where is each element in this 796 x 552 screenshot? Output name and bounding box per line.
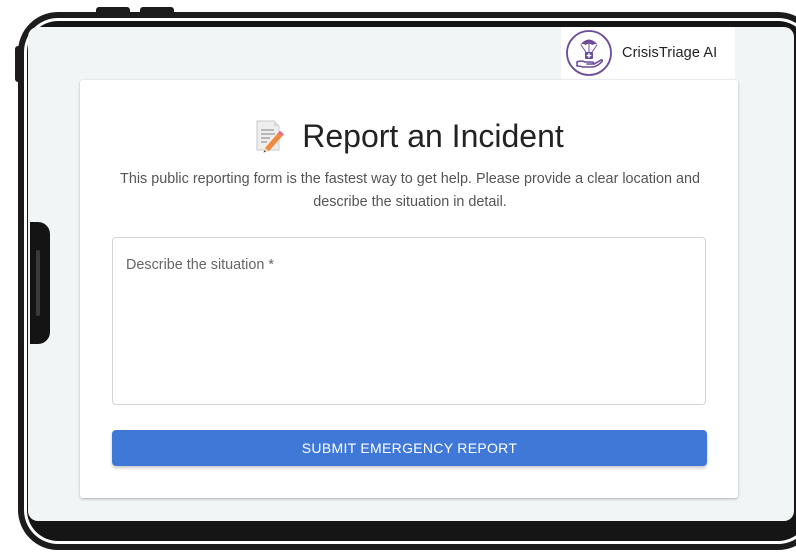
parachute-hand-icon: [566, 30, 612, 76]
stage: CrisisTriage AI Report an Incident This …: [0, 0, 796, 552]
brand-name: CrisisTriage AI: [622, 45, 718, 61]
memo-pencil-icon: [256, 120, 285, 153]
situation-field-label: Describe the situation *: [126, 257, 274, 273]
brand-badge: CrisisTriage AI: [561, 27, 735, 79]
submit-emergency-report-button[interactable]: SUBMIT EMERGENCY REPORT: [112, 430, 707, 466]
page-title: Report an Incident: [302, 117, 564, 154]
tablet-lock-button: [30, 222, 50, 344]
form-description: This public reporting form is the fastes…: [120, 171, 700, 210]
form-title-row: Report an Incident: [80, 114, 738, 158]
situation-textarea[interactable]: Describe the situation *: [112, 237, 706, 405]
